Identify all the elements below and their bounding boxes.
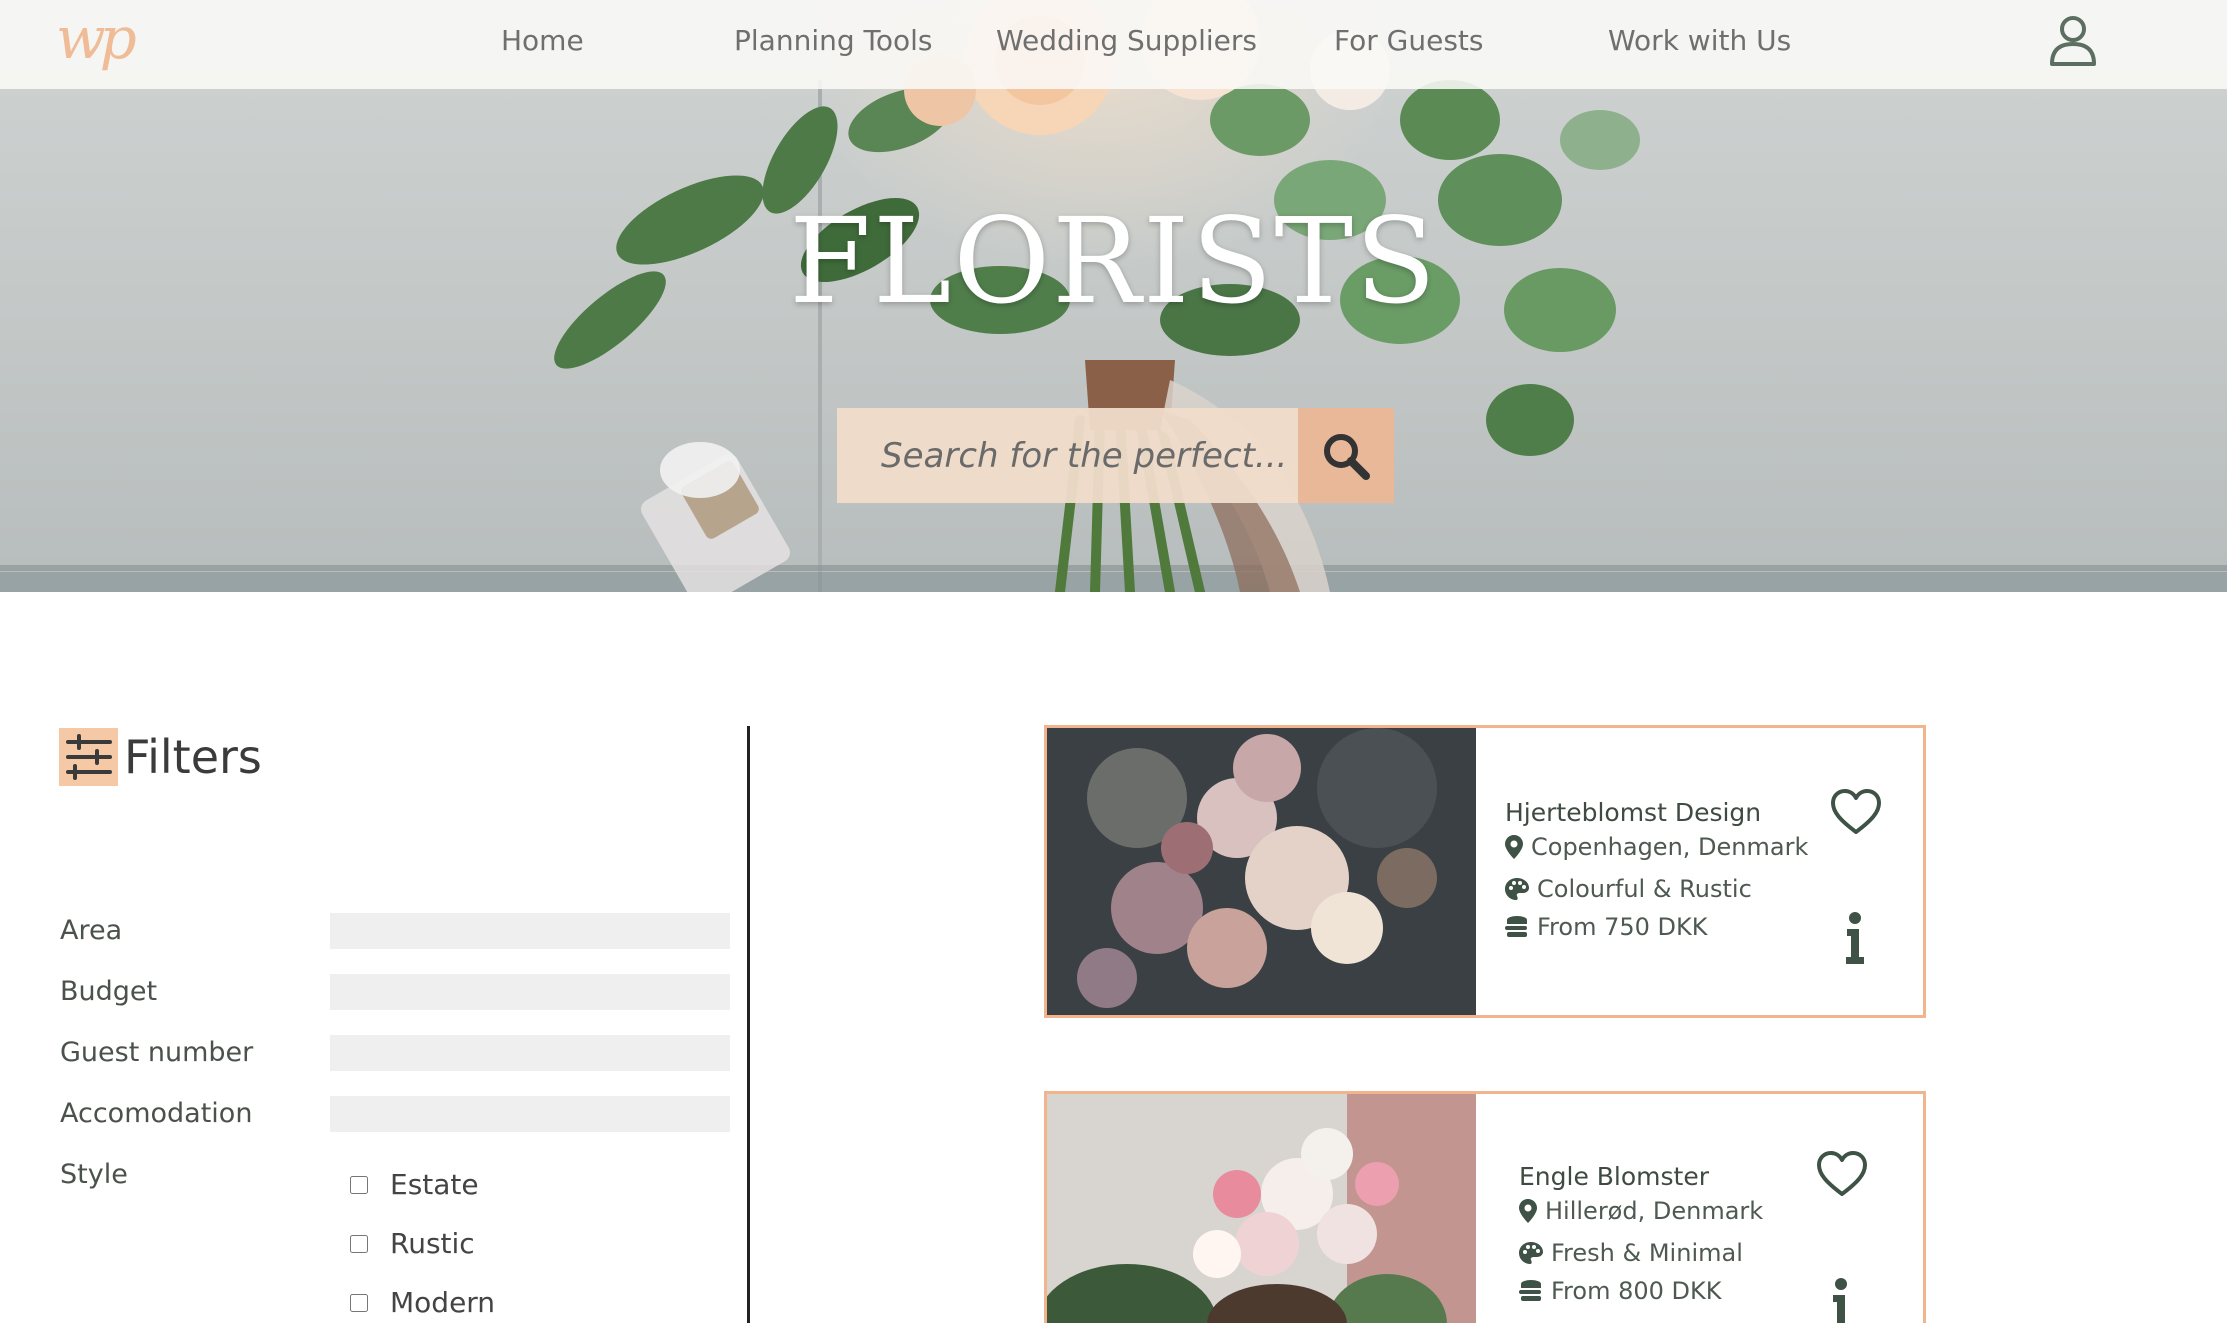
modern-checkbox[interactable]: [350, 1293, 368, 1312]
budget-field[interactable]: [330, 974, 730, 1010]
palette-icon: [1519, 1242, 1543, 1264]
supplier-photo: [1047, 728, 1476, 1015]
estate-checkbox[interactable]: [350, 1175, 368, 1194]
filters-heading: Filters: [124, 730, 262, 784]
search-icon: [1324, 433, 1370, 480]
style-option-estate[interactable]: Estate: [350, 1168, 479, 1201]
nav-for-guests[interactable]: For Guests: [1334, 24, 1483, 57]
supplier-location: Hillerød, Denmark: [1519, 1197, 1763, 1225]
nav-wedding-suppliers[interactable]: Wedding Suppliers: [996, 24, 1257, 57]
supplier-style: Fresh & Minimal: [1519, 1239, 1743, 1267]
supplier-card[interactable]: Engle Blomster Hillerød, Denmark Fresh &…: [1044, 1091, 1926, 1323]
search-input[interactable]: [837, 408, 1299, 503]
filter-label-guest-number: Guest number: [60, 1037, 254, 1068]
nav-work-with-us[interactable]: Work with Us: [1608, 24, 1791, 57]
filter-label-budget: Budget: [60, 976, 158, 1007]
heart-icon[interactable]: [1830, 788, 1882, 836]
filter-label-area: Area: [60, 915, 123, 946]
supplier-location: Copenhagen, Denmark: [1505, 833, 1808, 861]
search-button[interactable]: [1298, 408, 1394, 503]
rustic-label: Rustic: [390, 1227, 475, 1260]
nav-home[interactable]: Home: [501, 24, 584, 57]
coins-icon: [1505, 916, 1527, 937]
modern-label: Modern: [390, 1286, 496, 1319]
coins-icon: [1519, 1280, 1541, 1301]
supplier-price: From 750 DKK: [1505, 913, 1707, 941]
rustic-checkbox[interactable]: [350, 1234, 368, 1253]
style-option-modern[interactable]: Modern: [350, 1286, 495, 1319]
heart-icon[interactable]: [1816, 1150, 1868, 1198]
area-field[interactable]: [330, 913, 730, 949]
map-pin-icon: [1505, 835, 1523, 859]
map-pin-icon: [1519, 1199, 1537, 1223]
estate-label: Estate: [390, 1168, 479, 1201]
guest-number-field[interactable]: [330, 1035, 730, 1071]
site-logo[interactable]: wp: [56, 4, 137, 72]
supplier-photo: [1047, 1094, 1476, 1323]
info-icon[interactable]: [1843, 911, 1867, 965]
supplier-price: From 800 DKK: [1519, 1277, 1721, 1305]
filter-label-accomodation: Accomodation: [60, 1098, 253, 1129]
supplier-name[interactable]: Hjerteblomst Design: [1505, 798, 1761, 827]
info-icon[interactable]: [1829, 1277, 1853, 1323]
accomodation-field[interactable]: [330, 1096, 730, 1132]
user-icon[interactable]: [2048, 14, 2098, 68]
filters-divider: [747, 726, 750, 1323]
supplier-style: Colourful & Rustic: [1505, 875, 1752, 903]
page-title: FLORISTS: [789, 192, 1438, 330]
supplier-name[interactable]: Engle Blomster: [1519, 1162, 1709, 1191]
filter-label-style: Style: [60, 1159, 128, 1190]
style-option-rustic[interactable]: Rustic: [350, 1227, 475, 1260]
filter-sliders-icon: [59, 728, 118, 786]
palette-icon: [1505, 878, 1529, 900]
nav-planning-tools[interactable]: Planning Tools: [734, 24, 933, 57]
top-navigation: wp Home Planning Tools Wedding Suppliers…: [0, 0, 2227, 89]
supplier-card[interactable]: Hjerteblomst Design Copenhagen, Denmark …: [1044, 725, 1926, 1018]
